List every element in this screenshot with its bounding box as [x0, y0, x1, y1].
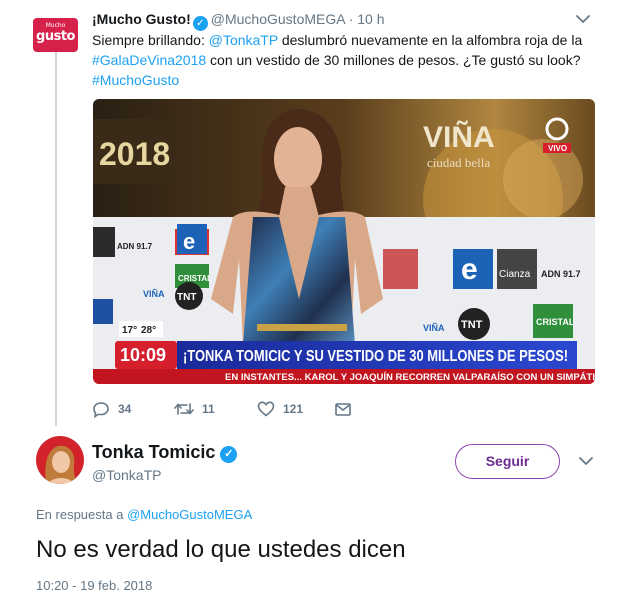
- chevron-down-icon[interactable]: [576, 452, 596, 470]
- temperature-1: 17°: [122, 325, 137, 336]
- tweet-media[interactable]: 2018 VIÑA ciudad bella CRISTAL ADN 91.7 …: [93, 99, 595, 384]
- svg-text:TNT: TNT: [461, 319, 483, 331]
- svg-text:VIÑA: VIÑA: [423, 323, 445, 333]
- verified-icon: ✓: [192, 16, 208, 31]
- backdrop-year: 2018: [99, 136, 170, 172]
- display-name[interactable]: ¡Mucho Gusto!: [92, 11, 191, 27]
- temperature-2: 28°: [141, 325, 156, 336]
- backdrop-title: VIÑA: [423, 120, 495, 154]
- follow-button[interactable]: Seguir: [455, 444, 560, 479]
- svg-text:CRISTAL: CRISTAL: [178, 274, 212, 283]
- hashtag-link[interactable]: #MuchoGusto: [92, 72, 179, 88]
- svg-text:ADN 91.7: ADN 91.7: [117, 242, 153, 251]
- svg-text:VIÑA: VIÑA: [143, 289, 165, 299]
- reply-icon: [93, 402, 109, 418]
- parent-tweet: Mucho gusto ¡Mucho Gusto! ✓ @MuchoGustoMEG…: [0, 0, 618, 430]
- tweet-text: No es verdad lo que ustedes dicen: [36, 536, 406, 563]
- user-handle[interactable]: @MuchoGustoMEGA: [211, 11, 345, 27]
- svg-text:e: e: [461, 253, 478, 286]
- profile-photo: [36, 436, 84, 484]
- svg-text:Cianza: Cianza: [499, 269, 531, 280]
- retweet-button[interactable]: 11: [174, 398, 215, 420]
- like-button[interactable]: 121: [257, 398, 303, 420]
- verified-icon: ✓: [220, 446, 238, 463]
- reply-count: 34: [118, 402, 132, 416]
- svg-text:CRISTAL: CRISTAL: [536, 317, 575, 327]
- mention-link[interactable]: @MuchoGustoMEGA: [127, 507, 252, 522]
- message-button[interactable]: [334, 398, 360, 420]
- mention-link[interactable]: @TonkaTP: [209, 32, 278, 48]
- thread-connector: [55, 52, 57, 426]
- tweet-header: ¡Mucho Gusto! ✓ @MuchoGustoMEGA · 10 h: [92, 10, 385, 31]
- retweet-count: 11: [202, 402, 215, 416]
- tweet-text: Siempre brillando: @TonkaTP deslumbró nu…: [92, 32, 583, 88]
- like-count: 121: [283, 402, 304, 416]
- in-reply-to: En respuesta a @MuchoGustoMEGA: [36, 507, 253, 522]
- tweet-time[interactable]: 10 h: [357, 11, 384, 27]
- news-ticker: EN INSTANTES... KAROL Y JOAQUÍN RECORREN…: [225, 372, 595, 382]
- svg-text:e: e: [183, 229, 195, 254]
- live-badge: VIVO: [548, 144, 567, 153]
- reply-button[interactable]: 34: [92, 398, 131, 420]
- clock: 10:09: [120, 345, 166, 365]
- headline: ¡TONKA TOMICIC Y SU VESTIDO DE 30 MILLON…: [183, 348, 568, 365]
- separator-dot: ·: [348, 11, 354, 27]
- user-handle[interactable]: @TonkaTP: [92, 466, 161, 484]
- avatar[interactable]: Mucho gusto: [33, 18, 78, 52]
- avatar[interactable]: [36, 436, 84, 484]
- display-name[interactable]: Tonka Tomicic ✓: [92, 441, 240, 463]
- tweet-timestamp[interactable]: 10:20 - 19 feb. 2018: [36, 578, 152, 594]
- svg-text:ADN 91.7: ADN 91.7: [541, 269, 581, 279]
- envelope-icon: [335, 403, 351, 416]
- heart-icon: [257, 401, 275, 417]
- video-frame: 2018 VIÑA ciudad bella CRISTAL ADN 91.7 …: [93, 99, 595, 384]
- backdrop-subtitle: ciudad bella: [427, 155, 490, 170]
- chevron-down-icon[interactable]: [573, 10, 593, 28]
- svg-text:TNT: TNT: [177, 292, 196, 303]
- hashtag-link[interactable]: #GalaDeVina2018: [92, 52, 206, 68]
- retweet-icon: [174, 403, 194, 415]
